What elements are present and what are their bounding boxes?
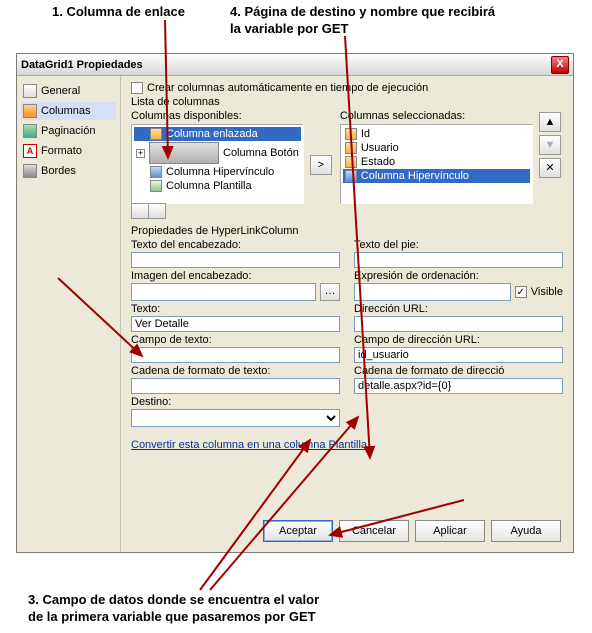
sel-item-id[interactable]: Id bbox=[343, 127, 530, 141]
annotation-4: 4. Página de destino y nombre que recibi… bbox=[230, 4, 495, 38]
bound-column-icon bbox=[345, 156, 357, 168]
avail-item-link[interactable]: Columna Hipervínculo bbox=[134, 165, 301, 179]
text-input[interactable] bbox=[131, 316, 340, 332]
destino-select[interactable] bbox=[131, 409, 340, 427]
bound-column-icon bbox=[345, 128, 357, 140]
autocreate-checkbox[interactable] bbox=[131, 82, 143, 94]
header-text-label: Texto del encabezado: bbox=[131, 239, 340, 251]
url-field-input[interactable] bbox=[354, 347, 563, 363]
sidebar-item-columnas[interactable]: Columnas bbox=[21, 102, 116, 120]
sort-expr-label: Expresión de ordenación: bbox=[354, 270, 563, 282]
bound-column-icon bbox=[345, 142, 357, 154]
remove-column-button[interactable]: ✕ bbox=[539, 158, 561, 178]
url-format-input[interactable] bbox=[354, 378, 563, 394]
paging-icon bbox=[23, 124, 37, 138]
format-icon: A bbox=[23, 144, 37, 158]
apply-button[interactable]: Aplicar bbox=[415, 520, 485, 542]
avail-item-button[interactable]: + Columna Botón bbox=[134, 141, 301, 165]
main-panel: Crear columnas automáticamente en tiempo… bbox=[121, 76, 573, 552]
accept-button[interactable]: Aceptar bbox=[263, 520, 333, 542]
add-column-button[interactable]: > bbox=[310, 155, 332, 175]
dialog-button-bar: Aceptar Cancelar Aplicar Ayuda bbox=[263, 520, 561, 542]
sidebar: General Columnas Paginación A Formato Bo… bbox=[17, 76, 121, 552]
convert-template-link[interactable]: Convertir esta columna en una columna Pl… bbox=[131, 439, 367, 451]
url-format-label: Cadena de formato de direcció bbox=[354, 365, 563, 377]
sel-item-link[interactable]: Columna Hipervínculo bbox=[343, 169, 530, 183]
sidebar-item-label: Formato bbox=[41, 145, 82, 157]
general-icon bbox=[23, 84, 37, 98]
sort-expr-input[interactable] bbox=[354, 283, 511, 301]
sel-item-usuario[interactable]: Usuario bbox=[343, 141, 530, 155]
props-section-title: Propiedades de HyperLinkColumn bbox=[131, 225, 563, 237]
sidebar-item-label: Bordes bbox=[41, 165, 76, 177]
selected-label: Columnas seleccionadas: bbox=[340, 110, 533, 122]
annotation-1: 1. Columna de enlace bbox=[52, 4, 185, 21]
hyperlink-column-icon bbox=[345, 170, 357, 182]
cancel-button[interactable]: Cancelar bbox=[339, 520, 409, 542]
columns-icon bbox=[23, 104, 37, 118]
sidebar-item-formato[interactable]: A Formato bbox=[21, 142, 116, 160]
sidebar-item-bordes[interactable]: Bordes bbox=[21, 162, 116, 180]
url-label: Dirección URL: bbox=[354, 303, 563, 315]
titlebar: DataGrid1 Propiedades X bbox=[17, 54, 573, 76]
move-up-button[interactable]: ▲ bbox=[539, 112, 561, 132]
header-text-input[interactable] bbox=[131, 252, 340, 268]
footer-text-input[interactable] bbox=[354, 252, 563, 268]
text-field-label: Campo de texto: bbox=[131, 334, 340, 346]
available-label: Columnas disponibles: bbox=[131, 110, 304, 122]
hyperlink-column-icon bbox=[150, 166, 162, 178]
sidebar-item-label: Paginación bbox=[41, 125, 95, 137]
text-label: Texto: bbox=[131, 303, 340, 315]
avail-item-bound[interactable]: Columna enlazada bbox=[134, 127, 301, 141]
text-field-input[interactable] bbox=[131, 347, 340, 363]
annotation-3: 3. Campo de datos donde se encuentra el … bbox=[28, 592, 319, 626]
borders-icon bbox=[23, 164, 37, 178]
header-image-browse[interactable]: … bbox=[320, 283, 340, 301]
properties-dialog: DataGrid1 Propiedades X General Columnas… bbox=[16, 53, 574, 553]
sidebar-item-label: General bbox=[41, 85, 80, 97]
help-button[interactable]: Ayuda bbox=[491, 520, 561, 542]
autocreate-label: Crear columnas automáticamente en tiempo… bbox=[147, 82, 428, 94]
expand-icon[interactable]: + bbox=[136, 149, 145, 158]
url-input[interactable] bbox=[354, 316, 563, 332]
footer-text-label: Texto del pie: bbox=[354, 239, 563, 251]
sidebar-item-paginacion[interactable]: Paginación bbox=[21, 122, 116, 140]
sel-item-estado[interactable]: Estado bbox=[343, 155, 530, 169]
sidebar-item-general[interactable]: General bbox=[21, 82, 116, 100]
visible-label: Visible bbox=[531, 286, 563, 298]
selected-listbox[interactable]: Id Usuario Estado Columna Hipervínc bbox=[340, 124, 533, 204]
sidebar-item-label: Columnas bbox=[41, 105, 91, 117]
text-format-input[interactable] bbox=[131, 378, 340, 394]
bound-column-icon bbox=[150, 128, 162, 140]
text-format-label: Cadena de formato de texto: bbox=[131, 365, 340, 377]
visible-checkbox[interactable]: ✓ bbox=[515, 286, 527, 298]
available-listbox[interactable]: Columna enlazada + Columna Botón Columna… bbox=[131, 124, 304, 204]
destino-label: Destino: bbox=[131, 396, 340, 408]
header-image-label: Imagen del encabezado: bbox=[131, 270, 340, 282]
dialog-title: DataGrid1 Propiedades bbox=[21, 59, 551, 71]
button-column-icon bbox=[149, 142, 219, 164]
listbox-tab-1[interactable] bbox=[131, 203, 149, 219]
avail-item-template[interactable]: Columna Plantilla bbox=[134, 179, 301, 193]
close-button[interactable]: X bbox=[551, 56, 569, 74]
template-column-icon bbox=[150, 180, 162, 192]
url-field-label: Campo de dirección URL: bbox=[354, 334, 563, 346]
move-down-button[interactable]: ▼ bbox=[539, 135, 561, 155]
header-image-input[interactable] bbox=[131, 283, 316, 301]
lista-columnas-label: Lista de columnas bbox=[131, 96, 563, 108]
listbox-tab-2[interactable] bbox=[148, 203, 166, 219]
